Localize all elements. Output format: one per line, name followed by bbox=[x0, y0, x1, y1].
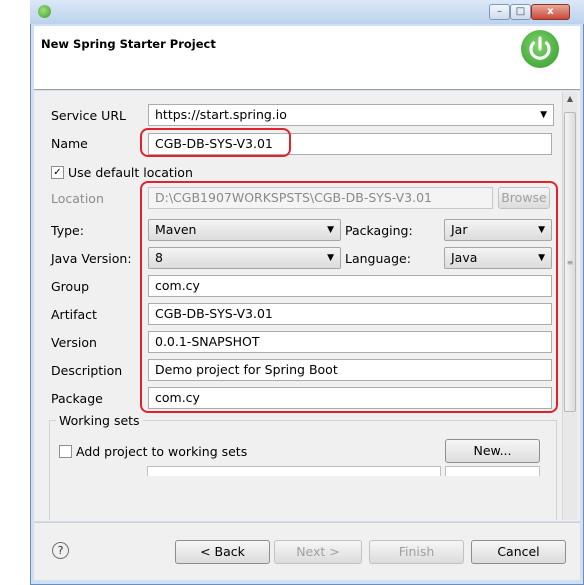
close-button[interactable]: x bbox=[531, 4, 570, 20]
cancel-button[interactable]: Cancel bbox=[471, 540, 566, 564]
working-sets-title: Working sets bbox=[56, 413, 143, 428]
wizard-title: New Spring Starter Project bbox=[41, 37, 216, 51]
finish-button[interactable]: Finish bbox=[369, 540, 464, 564]
settings-highlight bbox=[140, 181, 558, 413]
service-url-label: Service URL bbox=[51, 108, 126, 123]
new-working-set-button[interactable]: New... bbox=[445, 439, 540, 463]
java-version-label: Java Version: bbox=[51, 251, 132, 266]
package-label: Package bbox=[51, 391, 103, 406]
spring-leaf-icon bbox=[38, 5, 51, 18]
description-label: Description bbox=[51, 363, 123, 378]
scroll-up-icon[interactable]: ▲ bbox=[564, 94, 576, 108]
version-label: Version bbox=[51, 335, 97, 350]
add-to-working-sets-label: Add project to working sets bbox=[76, 444, 248, 459]
name-highlight bbox=[140, 128, 291, 157]
chevron-down-icon: ▼ bbox=[540, 110, 547, 120]
service-url-combo[interactable]: https://start.spring.io ▼ bbox=[148, 104, 554, 126]
help-icon[interactable]: ? bbox=[52, 542, 69, 559]
back-button[interactable]: < Back bbox=[175, 540, 270, 564]
add-to-working-sets-checkbox[interactable] bbox=[59, 445, 72, 458]
spring-power-icon bbox=[521, 30, 559, 68]
next-button[interactable]: Next > bbox=[274, 540, 362, 564]
name-label: Name bbox=[51, 136, 88, 151]
working-sets-combo[interactable] bbox=[147, 466, 441, 476]
service-url-value: https://start.spring.io bbox=[155, 107, 287, 122]
artifact-label: Artifact bbox=[51, 307, 97, 322]
type-label: Type: bbox=[51, 223, 84, 238]
select-working-set-button[interactable] bbox=[445, 466, 540, 476]
scroll-grip-icon: ≡ bbox=[566, 258, 574, 267]
minimize-button[interactable]: – bbox=[489, 4, 510, 20]
location-label: Location bbox=[51, 191, 104, 206]
use-default-location-label: Use default location bbox=[68, 165, 193, 180]
wizard-header bbox=[34, 26, 580, 90]
use-default-location-checkbox[interactable]: ✓ bbox=[51, 166, 64, 179]
group-label: Group bbox=[51, 279, 90, 294]
maximize-button[interactable]: □ bbox=[510, 4, 531, 20]
